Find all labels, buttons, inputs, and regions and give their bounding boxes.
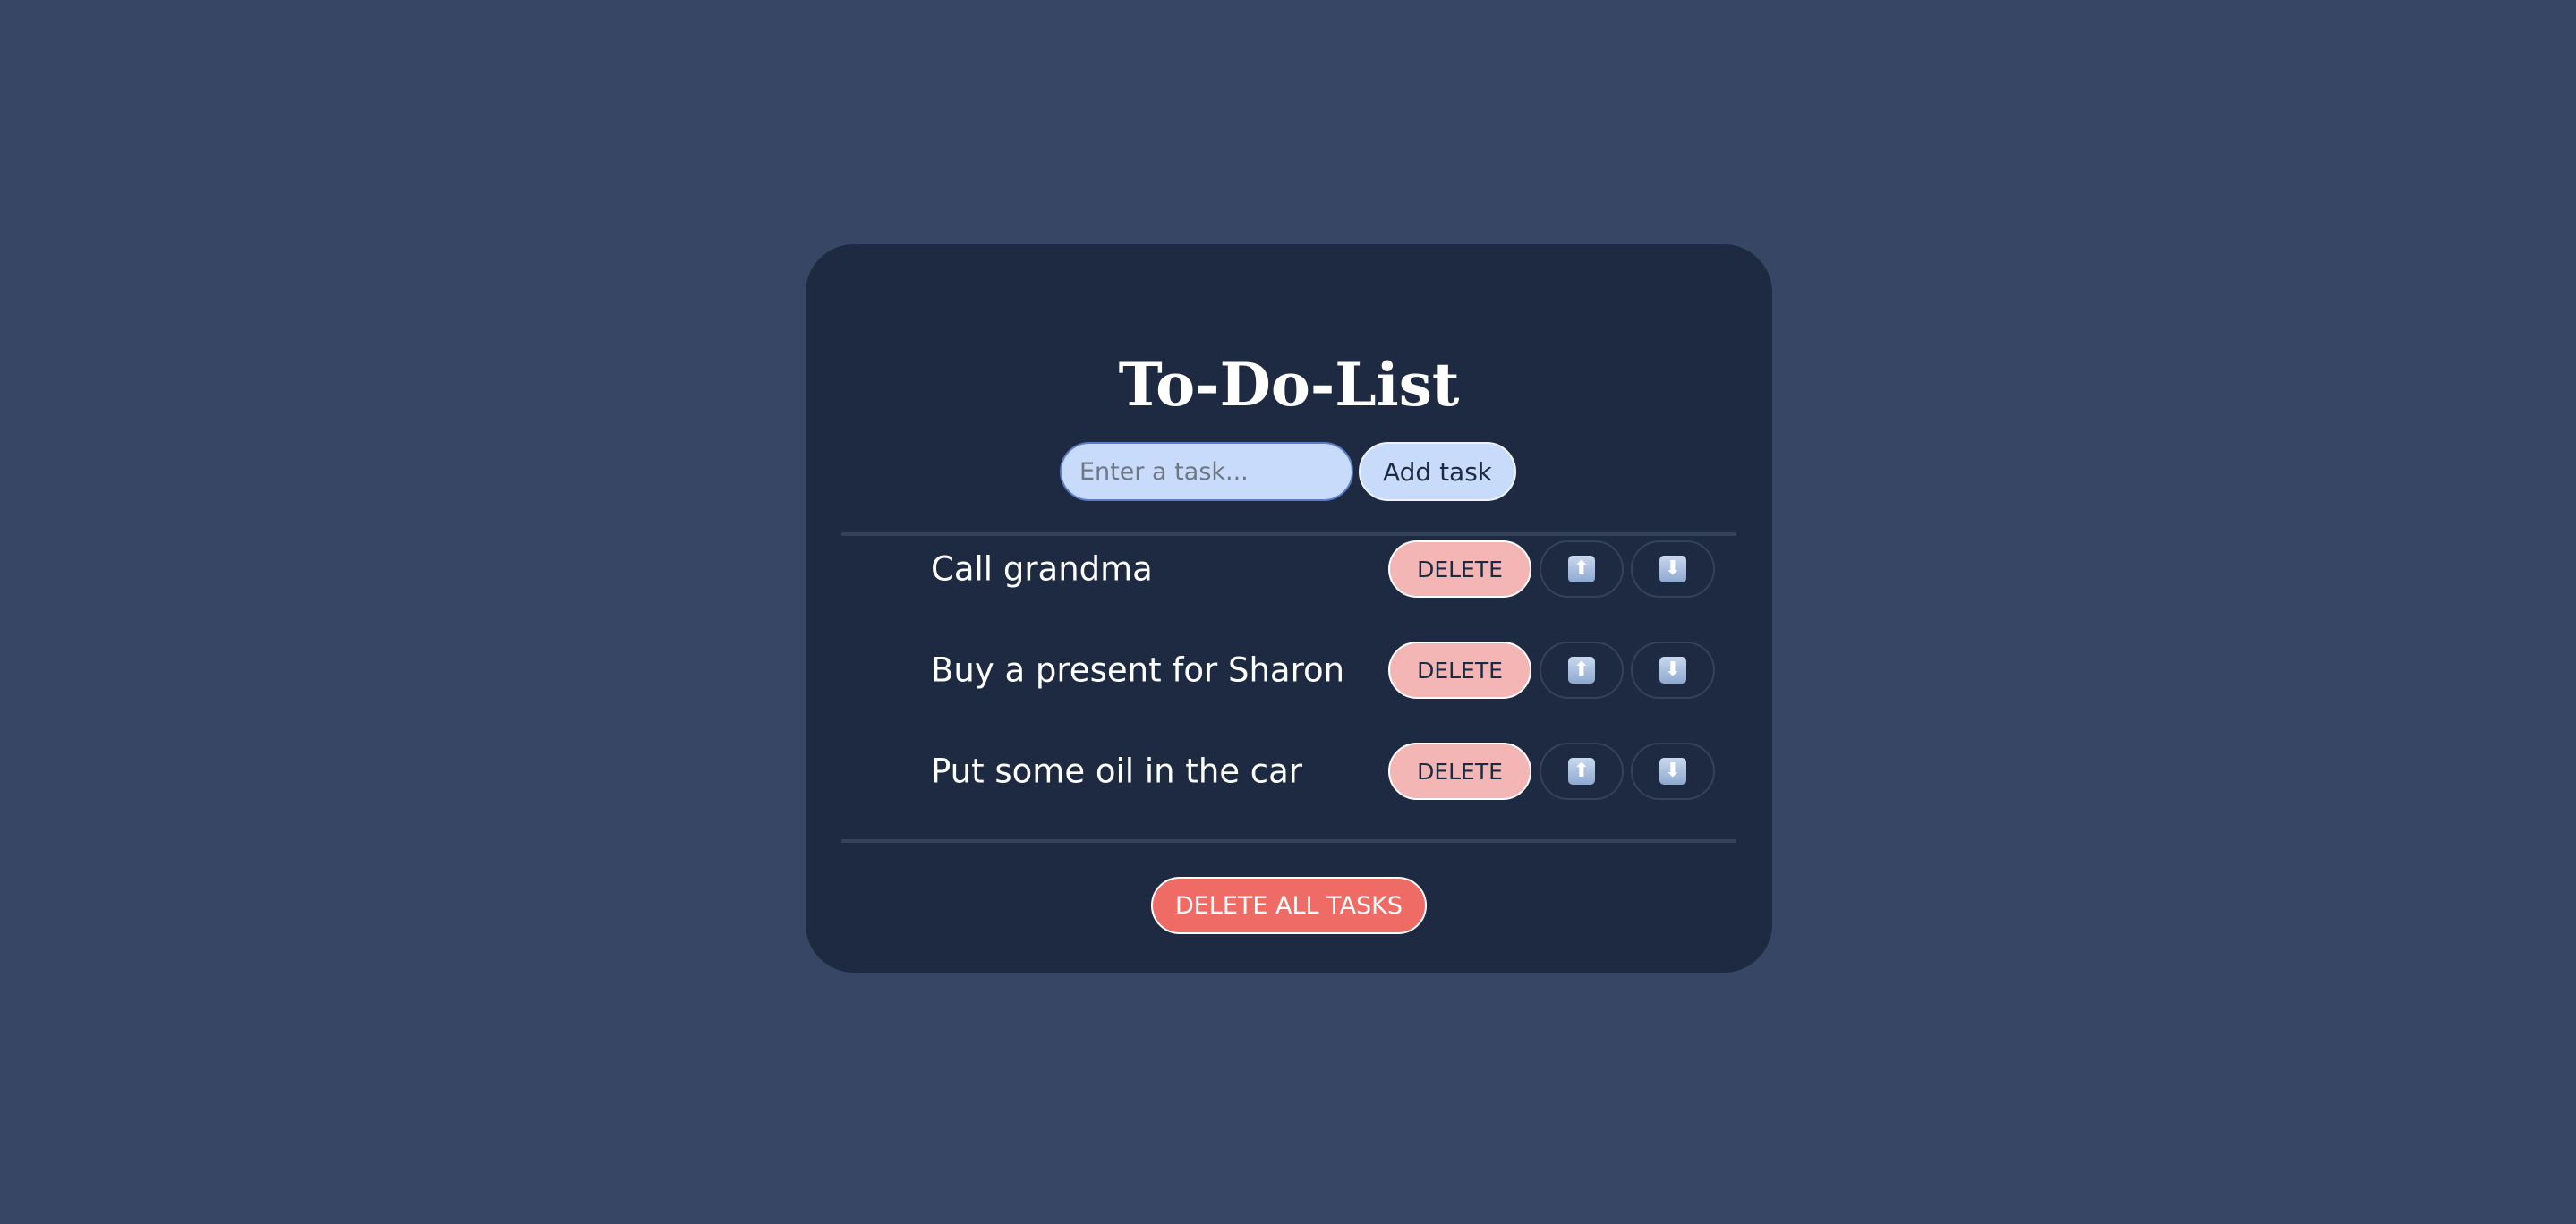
page: To-Do-List Add task Call grandma DELETE … bbox=[0, 0, 2576, 1224]
task-text: Call grandma bbox=[931, 549, 1153, 589]
delete-task-button[interactable]: DELETE bbox=[1388, 642, 1531, 699]
add-task-button[interactable]: Add task bbox=[1359, 442, 1516, 501]
delete-all-tasks-button[interactable]: DELETE ALL TASKS bbox=[1151, 877, 1427, 934]
down-arrow-icon: ⬇ bbox=[1659, 758, 1686, 785]
move-down-button[interactable]: ⬇ bbox=[1631, 743, 1715, 800]
task-row: Call grandma DELETE ⬆ ⬇ bbox=[806, 538, 1772, 600]
task-text: Buy a present for Sharon bbox=[931, 650, 1345, 690]
task-row: Buy a present for Sharon DELETE ⬆ ⬇ bbox=[806, 639, 1772, 701]
up-arrow-icon: ⬆ bbox=[1568, 556, 1595, 582]
move-down-button[interactable]: ⬇ bbox=[1631, 642, 1715, 699]
delete-task-button[interactable]: DELETE bbox=[1388, 743, 1531, 800]
bottom-divider bbox=[841, 839, 1736, 843]
top-divider bbox=[841, 532, 1736, 536]
down-arrow-icon: ⬇ bbox=[1659, 657, 1686, 684]
move-up-button[interactable]: ⬆ bbox=[1540, 743, 1624, 800]
task-text: Put some oil in the car bbox=[931, 752, 1303, 791]
move-up-button[interactable]: ⬆ bbox=[1540, 540, 1624, 598]
task-row: Put some oil in the car DELETE ⬆ ⬇ bbox=[806, 740, 1772, 803]
move-down-button[interactable]: ⬇ bbox=[1631, 540, 1715, 598]
up-arrow-icon: ⬆ bbox=[1568, 758, 1595, 785]
page-title: To-Do-List bbox=[1118, 350, 1460, 421]
move-up-button[interactable]: ⬆ bbox=[1540, 642, 1624, 699]
todo-card: To-Do-List Add task Call grandma DELETE … bbox=[806, 244, 1772, 973]
down-arrow-icon: ⬇ bbox=[1659, 556, 1686, 582]
task-input-row: Add task bbox=[1060, 442, 1516, 501]
delete-task-button[interactable]: DELETE bbox=[1388, 540, 1531, 598]
task-input[interactable] bbox=[1060, 442, 1353, 501]
up-arrow-icon: ⬆ bbox=[1568, 657, 1595, 684]
